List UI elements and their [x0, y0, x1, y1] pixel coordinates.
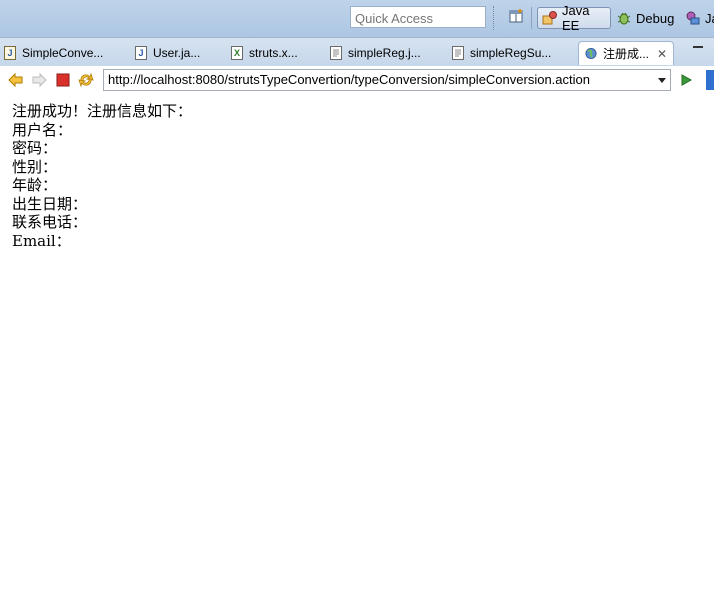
url-dropdown-icon[interactable]	[658, 78, 666, 83]
jsp-file-icon	[452, 46, 464, 60]
java-file-icon: J	[135, 46, 147, 60]
field-gender: 性别：	[12, 157, 58, 176]
stop-icon[interactable]	[55, 72, 71, 88]
success-heading: 注册成功！注册信息如下：	[12, 102, 193, 120]
toolbar-extra-button[interactable]	[706, 70, 714, 90]
java-file-icon: J	[4, 46, 16, 60]
tab-browser-active[interactable]: 注册成... ✕	[578, 41, 675, 65]
xml-file-icon: X	[231, 46, 243, 60]
field-phone: 联系电话：	[12, 213, 88, 231]
url-field[interactable]: http://localhost:8080/strutsTypeConverti…	[103, 69, 671, 91]
tab-label: User.ja...	[153, 46, 201, 60]
refresh-icon[interactable]	[78, 72, 94, 88]
field-birthdate: 出生日期：	[12, 194, 88, 213]
globe-icon	[585, 47, 597, 61]
toolbar-grip[interactable]	[493, 6, 497, 30]
browser-navbar: http://localhost:8080/strutsTypeConverti…	[0, 66, 714, 94]
tab-label: SimpleConve...	[22, 46, 104, 60]
main-toolbar: Java EE Debug Ja	[0, 0, 714, 38]
field-age: 年龄：	[12, 176, 58, 194]
field-email: Email：	[12, 231, 71, 250]
tab-label: 注册成...	[603, 47, 650, 61]
url-text: http://localhost:8080/strutsTypeConverti…	[108, 72, 590, 87]
tab-user-java[interactable]: J User.ja...	[135, 41, 200, 65]
perspective-label: Ja	[705, 10, 714, 26]
tab-simpleregsuccess-jsp[interactable]: simpleRegSu...	[452, 41, 551, 65]
tab-struts-xml[interactable]: X struts.x...	[231, 41, 298, 65]
perspective-java[interactable]: Ja	[681, 7, 714, 29]
forward-arrow-icon[interactable]	[31, 72, 47, 88]
bug-icon	[616, 10, 632, 26]
jsp-file-icon	[330, 46, 342, 60]
perspective-java-ee[interactable]: Java EE	[537, 3, 611, 33]
minimize-icon[interactable]	[693, 46, 703, 48]
back-arrow-icon[interactable]	[8, 72, 24, 88]
perspective-label: Java EE	[562, 3, 590, 33]
go-icon[interactable]	[678, 72, 694, 88]
quick-access-input[interactable]	[350, 6, 486, 28]
tab-simpleconversion[interactable]: J SimpleConve...	[4, 41, 103, 65]
perspective-debug[interactable]: Debug	[612, 7, 682, 29]
tab-label: simpleRegSu...	[470, 46, 552, 60]
tab-simplereg-jsp[interactable]: simpleReg.j...	[330, 41, 421, 65]
page-content: 注册成功！注册信息如下： 用户名： 密码： 性别： 年龄： 出生日期： 联系电话…	[12, 102, 192, 250]
open-perspective-icon[interactable]	[508, 8, 526, 26]
close-tab-icon[interactable]: ✕	[657, 47, 667, 61]
perspective-label: Debug	[636, 10, 675, 26]
field-password: 密码：	[12, 139, 58, 157]
tab-label: simpleReg.j...	[348, 46, 421, 60]
field-username: 用户名：	[12, 120, 73, 139]
java-perspective-icon	[685, 10, 701, 26]
editor-tabs: J SimpleConve... J User.ja... X struts.x…	[0, 38, 714, 67]
toolbar-separator	[531, 7, 532, 29]
tab-label: struts.x...	[249, 46, 298, 60]
java-ee-icon	[542, 10, 558, 26]
